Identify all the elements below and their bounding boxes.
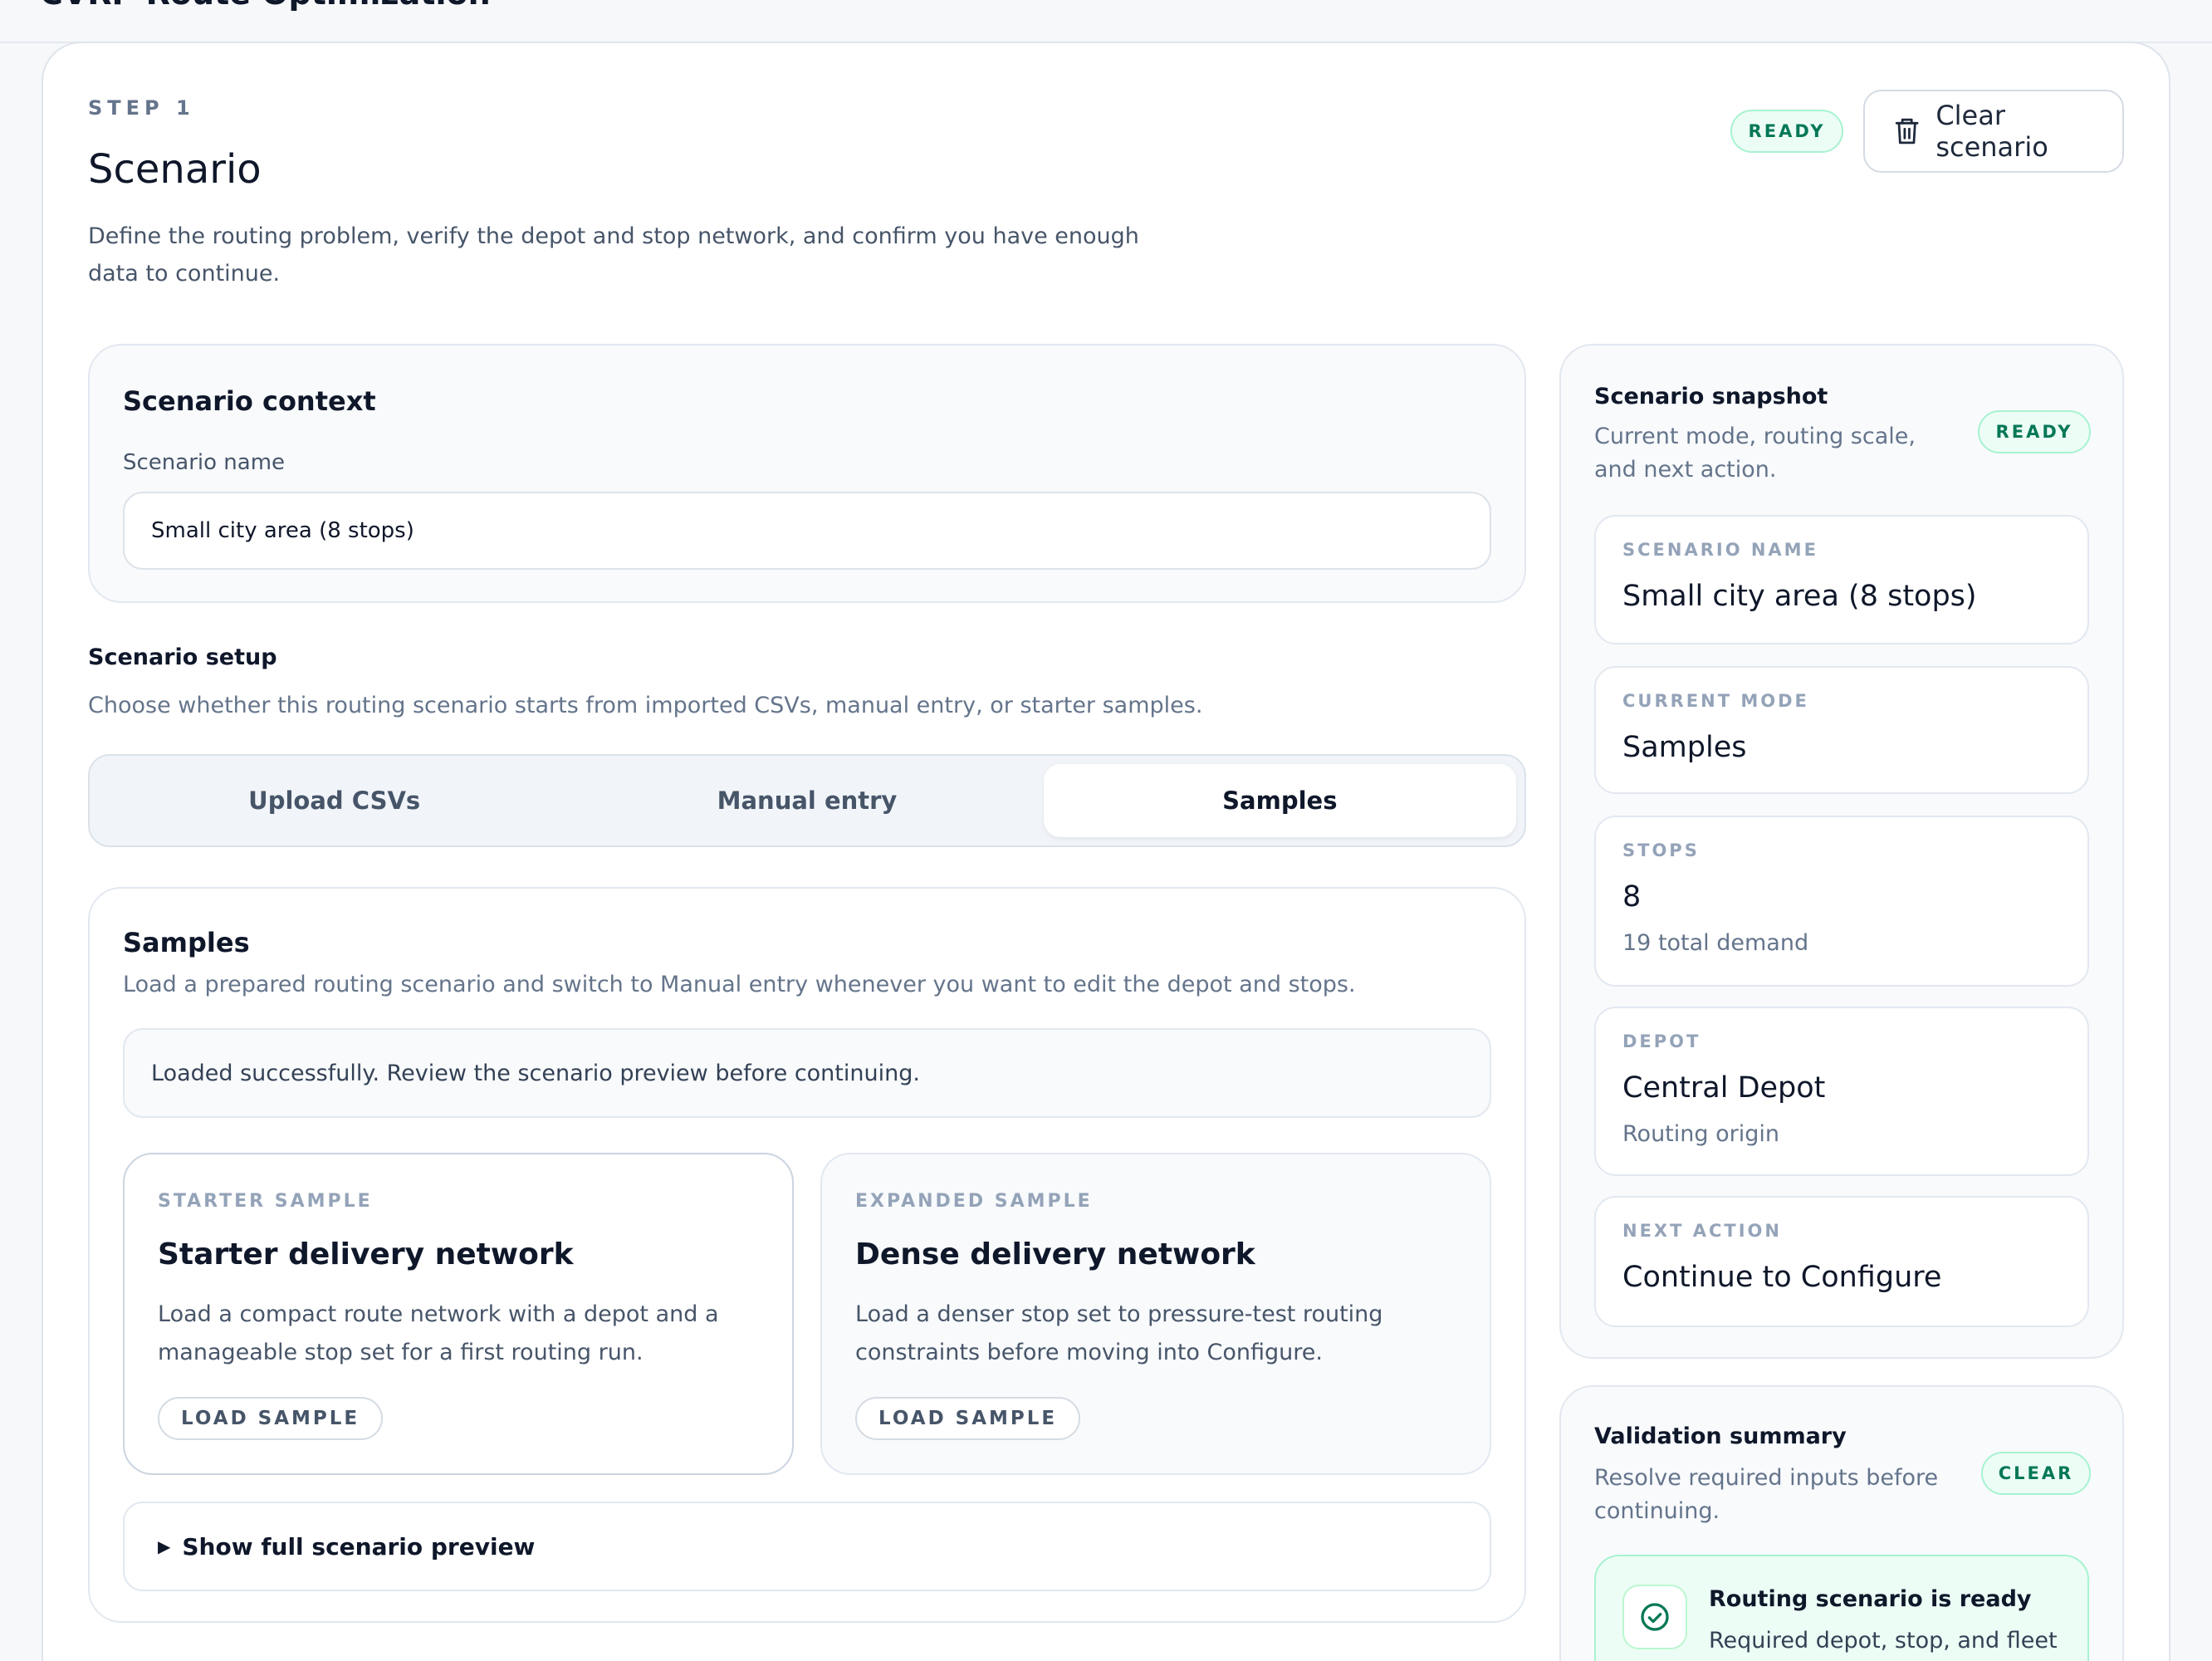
show-preview-label: Show full scenario preview — [182, 1532, 536, 1561]
snapshot-current-mode: CURRENT MODE Samples — [1594, 666, 2089, 794]
snapshot-title: Scenario snapshot — [1594, 384, 1828, 409]
snapshot-value: Small city area (8 stops) — [1622, 580, 1977, 613]
app-title: CVRP Route Optimization — [40, 0, 491, 12]
sample-kicker: STARTER SAMPLE — [158, 1191, 373, 1212]
snapshot-subtext: 19 total demand — [1622, 930, 1809, 956]
scenario-context-panel: Scenario context Scenario name Small cit… — [88, 344, 1526, 603]
scenario-context-title: Scenario context — [123, 385, 376, 417]
scenario-name-input[interactable]: Small city area (8 stops) — [123, 492, 1491, 570]
snapshot-value: Continue to Configure — [1622, 1261, 1942, 1294]
samples-panel: Samples Load a prepared routing scenario… — [88, 887, 1526, 1623]
trash-icon — [1895, 118, 1919, 145]
triangle-right-icon: ▶ — [158, 1536, 171, 1556]
clear-scenario-label: Clear scenario — [1936, 100, 2048, 163]
scenario-setup-title: Scenario setup — [88, 644, 277, 670]
snapshot-kicker: SCENARIO NAME — [1622, 540, 1818, 560]
sample-kicker: EXPANDED SAMPLE — [855, 1191, 1093, 1212]
page-description: Define the routing problem, verify the d… — [88, 223, 1139, 287]
scenario-snapshot-panel: Scenario snapshot Current mode, routing … — [1559, 344, 2124, 1359]
clear-scenario-button[interactable]: Clear scenario — [1863, 90, 2124, 173]
samples-title: Samples — [123, 927, 250, 958]
tab-upload-csvs[interactable]: Upload CSVs — [98, 764, 570, 837]
snapshot-value: 8 — [1622, 880, 1642, 914]
ready-callout: Routing scenario is ready Required depot… — [1594, 1555, 2089, 1661]
validation-title: Validation summary — [1594, 1423, 1847, 1449]
validation-summary-panel: Validation summary Resolve required inpu… — [1559, 1385, 2124, 1661]
tab-samples[interactable]: Samples — [1043, 764, 1516, 837]
validation-status-badge: CLEAR — [1981, 1452, 2091, 1495]
snapshot-scenario-name: SCENARIO NAME Small city area (8 stops) — [1594, 515, 2089, 644]
step-label: STEP 1 — [88, 96, 195, 120]
sample-name: Starter delivery network — [158, 1237, 574, 1271]
snapshot-description: Current mode, routing scale, and next ac… — [1594, 424, 1916, 483]
tab-manual-entry[interactable]: Manual entry — [570, 764, 1043, 837]
snapshot-stops: STOPS 8 19 total demand — [1594, 816, 2089, 987]
ready-description: Required depot, stop, and fleet — [1709, 1628, 2058, 1654]
load-expanded-sample-button[interactable]: LOAD SAMPLE — [855, 1397, 1081, 1440]
sample-description: Load a denser stop set to pressure-test … — [855, 1301, 1383, 1365]
scenario-setup-description: Choose whether this routing scenario sta… — [88, 693, 1203, 718]
snapshot-next-action: NEXT ACTION Continue to Configure — [1594, 1196, 2089, 1327]
load-starter-sample-button[interactable]: LOAD SAMPLE — [158, 1397, 384, 1440]
snapshot-kicker: STOPS — [1622, 840, 1700, 860]
ready-title: Routing scenario is ready — [1709, 1586, 2032, 1612]
samples-description: Load a prepared routing scenario and swi… — [123, 972, 1356, 997]
snapshot-kicker: DEPOT — [1622, 1031, 1701, 1051]
show-preview-toggle[interactable]: ▶ Show full scenario preview — [123, 1502, 1491, 1591]
expanded-sample-card[interactable]: EXPANDED SAMPLE Dense delivery network L… — [820, 1153, 1491, 1475]
snapshot-kicker: NEXT ACTION — [1622, 1221, 1782, 1241]
validation-description: Resolve required inputs before continuin… — [1594, 1465, 1939, 1524]
sample-name: Dense delivery network — [855, 1237, 1255, 1271]
page-title: Scenario — [88, 146, 262, 193]
scenario-mode-tabs: Upload CSVs Manual entry Samples — [88, 754, 1526, 847]
load-success-notice: Loaded successfully. Review the scenario… — [123, 1028, 1491, 1118]
snapshot-value: Central Depot — [1622, 1071, 1826, 1105]
snapshot-depot: DEPOT Central Depot Routing origin — [1594, 1007, 2089, 1176]
snapshot-status-badge: READY — [1978, 410, 2091, 453]
check-circle-icon — [1622, 1585, 1687, 1649]
snapshot-subtext: Routing origin — [1622, 1121, 1779, 1147]
snapshot-kicker: CURRENT MODE — [1622, 691, 1809, 711]
status-badge: READY — [1730, 110, 1843, 153]
starter-sample-card[interactable]: STARTER SAMPLE Starter delivery network … — [123, 1153, 794, 1475]
sample-description: Load a compact route network with a depo… — [158, 1301, 719, 1365]
scenario-name-label: Scenario name — [123, 450, 286, 475]
snapshot-value: Samples — [1622, 731, 1747, 764]
